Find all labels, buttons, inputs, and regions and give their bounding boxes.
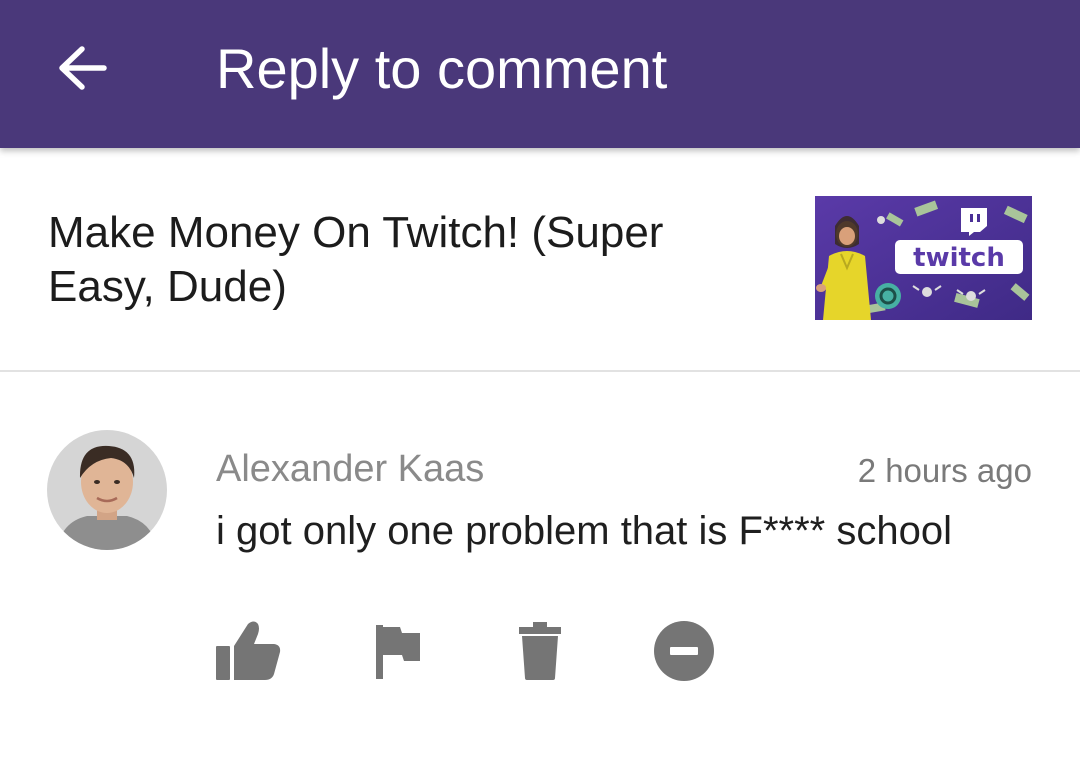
back-button[interactable]	[44, 30, 120, 106]
video-info: Make Money On Twitch! (Super Easy, Dude)	[0, 148, 1080, 372]
like-button[interactable]	[210, 616, 286, 686]
comment-actions	[210, 616, 750, 686]
delete-button[interactable]	[502, 616, 578, 686]
thumbnail-logo-text: twitch	[913, 243, 1005, 273]
comment-item: Alexander Kaas 2 hours ago i got only on…	[0, 372, 1080, 764]
comment-text: i got only one problem that is F**** sch…	[216, 509, 952, 553]
block-button[interactable]	[646, 616, 722, 686]
flag-icon	[376, 625, 420, 679]
thumbs-up-icon	[216, 621, 281, 680]
avatar[interactable]	[47, 430, 167, 550]
minus-circle-icon	[654, 621, 714, 681]
arrow-left-icon	[59, 46, 107, 90]
page-title: Reply to comment	[216, 37, 668, 100]
video-thumbnail[interactable]: twitch	[815, 196, 1032, 320]
thumbnail-image: twitch	[815, 196, 1032, 320]
comment-author[interactable]: Alexander Kaas	[216, 446, 484, 492]
comment-timestamp: 2 hours ago	[857, 452, 1032, 489]
trash-icon	[519, 622, 561, 680]
app-bar: Reply to comment	[0, 0, 1080, 148]
report-button[interactable]	[360, 616, 436, 686]
avatar-image	[47, 430, 167, 550]
video-title[interactable]: Make Money On Twitch! (Super Easy, Dude)	[48, 206, 768, 314]
